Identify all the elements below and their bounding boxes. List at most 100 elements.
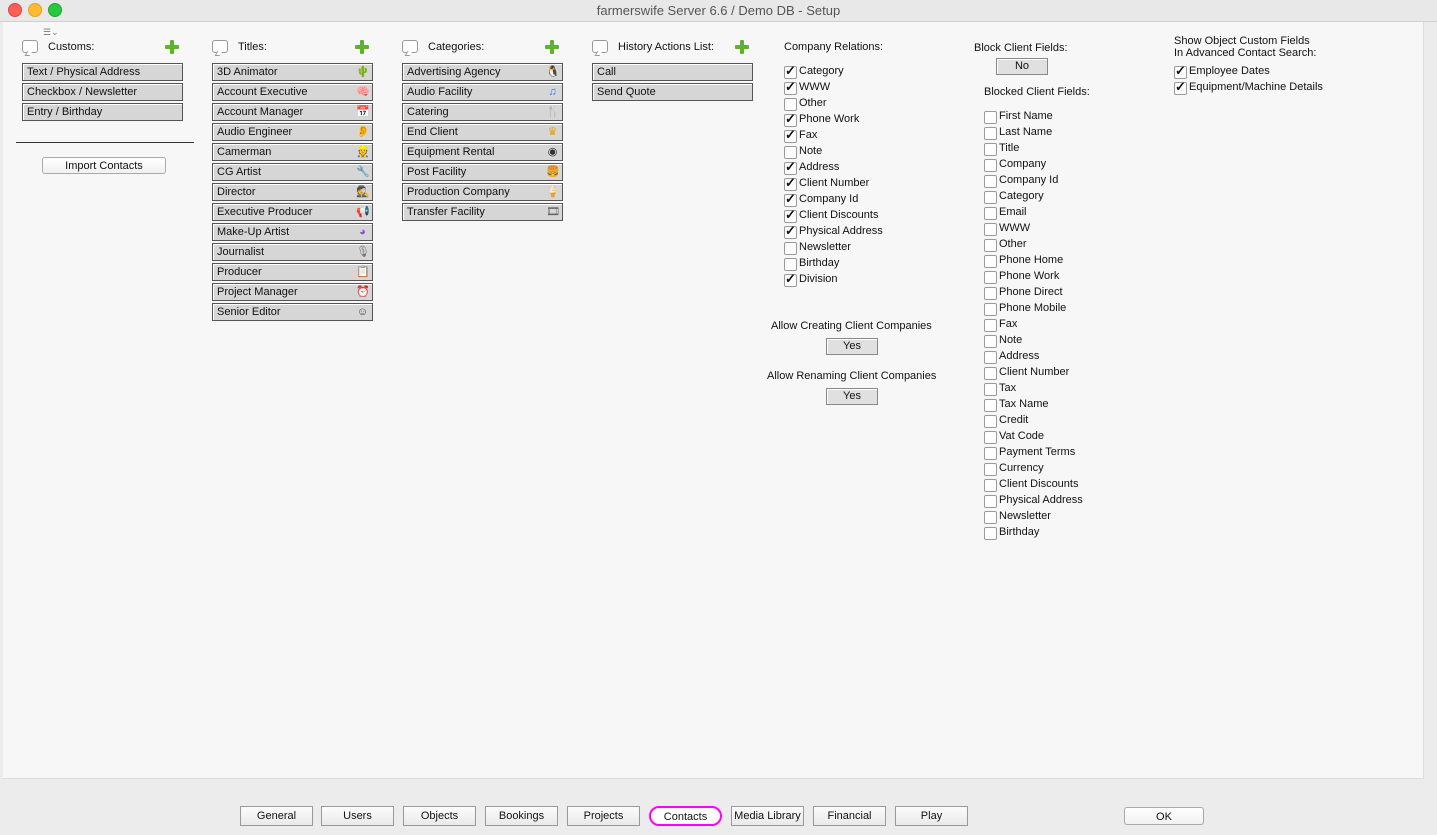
object-custom-field-checkbox[interactable] xyxy=(1174,63,1187,79)
tab-bookings[interactable]: Bookings xyxy=(485,806,558,826)
category-list-item[interactable]: End Client ♛ xyxy=(402,123,563,141)
blocked-field-checkbox[interactable] xyxy=(984,511,997,524)
company-relation-checkbox[interactable] xyxy=(784,191,797,207)
title-list-item[interactable]: Executive Producer 📢 xyxy=(212,203,373,221)
blocked-field-checkbox[interactable] xyxy=(984,447,997,460)
category-list-item[interactable]: Advertising Agency 🐧 xyxy=(402,63,563,81)
blocked-field-checkbox[interactable] xyxy=(984,303,997,316)
blocked-field-checkbox[interactable] xyxy=(984,527,997,540)
tab-financial[interactable]: Financial xyxy=(813,806,886,826)
blocked-field-checkbox[interactable] xyxy=(984,239,997,252)
company-relation-checkbox[interactable] xyxy=(784,271,797,287)
company-relation-checkbox[interactable] xyxy=(784,207,797,223)
title-list-item[interactable]: Account Executive 🧠 xyxy=(212,83,373,101)
blocked-field-checkbox[interactable] xyxy=(984,159,997,172)
title-list-item[interactable]: Camerman 👷 xyxy=(212,143,373,161)
tab-media-library[interactable]: Media Library xyxy=(731,806,804,826)
tab-play[interactable]: Play xyxy=(895,806,968,826)
blocked-field-checkbox[interactable] xyxy=(984,223,997,236)
company-relation-checkbox[interactable] xyxy=(784,127,797,143)
blocked-field-checkbox[interactable] xyxy=(984,175,997,188)
blocked-field-checkbox-label: Phone Work xyxy=(999,270,1060,282)
company-relation-checkbox[interactable] xyxy=(784,258,797,271)
blocked-field-checkbox[interactable] xyxy=(984,399,997,412)
title-list-item[interactable]: 3D Animator 🌵 xyxy=(212,63,373,81)
blocked-field-checkbox[interactable] xyxy=(984,319,997,332)
blocked-field-checkbox[interactable] xyxy=(984,479,997,492)
company-relation-checkbox[interactable] xyxy=(784,223,797,239)
object-custom-field-checkbox[interactable] xyxy=(1174,79,1187,95)
custom-list-item[interactable]: Checkbox / Newsletter xyxy=(22,83,183,101)
company-relation-checkbox[interactable] xyxy=(784,79,797,95)
tab-contacts[interactable]: Contacts xyxy=(649,806,722,826)
company-relation-checkbox[interactable] xyxy=(784,111,797,127)
blocked-field-checkbox[interactable] xyxy=(984,127,997,140)
tab-objects[interactable]: Objects xyxy=(403,806,476,826)
add-title-plus-icon[interactable] xyxy=(355,40,369,54)
title-list-item[interactable]: Make-Up Artist ◕ xyxy=(212,223,373,241)
blocked-field-checkbox[interactable] xyxy=(984,143,997,156)
blocked-field-checkbox[interactable] xyxy=(984,191,997,204)
blocked-field-checkbox[interactable] xyxy=(984,495,997,508)
object-custom-fields-label-1: Show Object Custom Fields xyxy=(1174,35,1310,47)
tab-general[interactable]: General xyxy=(240,806,313,826)
blocked-field-checkbox[interactable] xyxy=(984,367,997,380)
title-item-label: Journalist xyxy=(217,246,265,258)
add-category-plus-icon[interactable] xyxy=(545,40,559,54)
title-list-item[interactable]: Account Manager 📅 xyxy=(212,103,373,121)
company-relation-checkbox[interactable] xyxy=(784,159,797,175)
blocked-field-checkbox[interactable] xyxy=(984,463,997,476)
title-bar: farmerswife Server 6.6 / Demo DB - Setup xyxy=(0,0,1437,22)
company-relation-checkbox-label: Company Id xyxy=(799,193,859,205)
tab-projects[interactable]: Projects xyxy=(567,806,640,826)
title-list-item[interactable]: Audio Engineer 👂 xyxy=(212,123,373,141)
company-relation-checkbox[interactable] xyxy=(784,63,797,79)
ok-button[interactable]: OK xyxy=(1124,807,1204,825)
category-list-item[interactable]: Transfer Facility 🎞 xyxy=(402,203,563,221)
blocked-field-checkbox[interactable] xyxy=(984,383,997,396)
custom-list-item[interactable]: Entry / Birthday xyxy=(22,103,183,121)
blocked-field-checkbox[interactable] xyxy=(984,255,997,268)
penguin-icon: 🐧 xyxy=(546,66,560,78)
list-menu-icon[interactable]: ☰⌄ xyxy=(43,27,59,38)
history-action-list-item[interactable]: Send Quote xyxy=(592,83,753,101)
company-relation-checkbox[interactable] xyxy=(784,242,797,255)
blocked-field-checkbox[interactable] xyxy=(984,111,997,124)
speech-bubble-icon xyxy=(592,40,608,53)
allow-creating-toggle[interactable]: Yes xyxy=(826,338,878,355)
blocked-field-checkbox[interactable] xyxy=(984,287,997,300)
allow-renaming-toggle[interactable]: Yes xyxy=(826,388,878,405)
title-list-item[interactable]: Project Manager ⏰ xyxy=(212,283,373,301)
blocked-field-checkbox[interactable] xyxy=(984,271,997,284)
blocked-field-checkbox[interactable] xyxy=(984,431,997,444)
blocked-field-checkbox[interactable] xyxy=(984,415,997,428)
company-relation-checkbox[interactable] xyxy=(784,175,797,191)
add-custom-plus-icon[interactable] xyxy=(165,40,179,54)
title-list-item[interactable]: Senior Editor ☺ xyxy=(212,303,373,321)
category-list-item[interactable]: Catering 🍴 xyxy=(402,103,563,121)
blocked-field-checkbox[interactable] xyxy=(984,335,997,348)
tab-users[interactable]: Users xyxy=(321,806,394,826)
blocked-field-checkbox[interactable] xyxy=(984,207,997,220)
company-relation-checkbox[interactable] xyxy=(784,98,797,111)
category-item-label: Catering xyxy=(407,106,449,118)
add-history-action-plus-icon[interactable] xyxy=(735,40,749,54)
history-action-list-item[interactable]: Call xyxy=(592,63,753,81)
company-relation-checkbox[interactable] xyxy=(784,146,797,159)
category-list-item[interactable]: Equipment Rental ◉ xyxy=(402,143,563,161)
category-list-item[interactable]: Audio Facility ♫ xyxy=(402,83,563,101)
blocked-field-checkbox[interactable] xyxy=(984,351,997,364)
import-contacts-button[interactable]: Import Contacts xyxy=(42,157,166,174)
blocked-field-checkbox-label: Currency xyxy=(999,462,1044,474)
custom-list-item[interactable]: Text / Physical Address xyxy=(22,63,183,81)
company-relation-checkbox-label: Physical Address xyxy=(799,225,883,237)
category-list-item[interactable]: Production Company 🍦 xyxy=(402,183,563,201)
blocked-field-checkbox-label: Tax xyxy=(999,382,1017,394)
title-list-item[interactable]: CG Artist 🔧 xyxy=(212,163,373,181)
category-list-item[interactable]: Post Facility 🍔 xyxy=(402,163,563,181)
title-list-item[interactable]: Director 🕵 xyxy=(212,183,373,201)
title-list-item[interactable]: Producer 📋 xyxy=(212,263,373,281)
blocked-field-checkbox-label: Phone Direct xyxy=(999,286,1063,298)
block-client-fields-toggle[interactable]: No xyxy=(996,58,1048,75)
title-list-item[interactable]: Journalist 🎙 xyxy=(212,243,373,261)
